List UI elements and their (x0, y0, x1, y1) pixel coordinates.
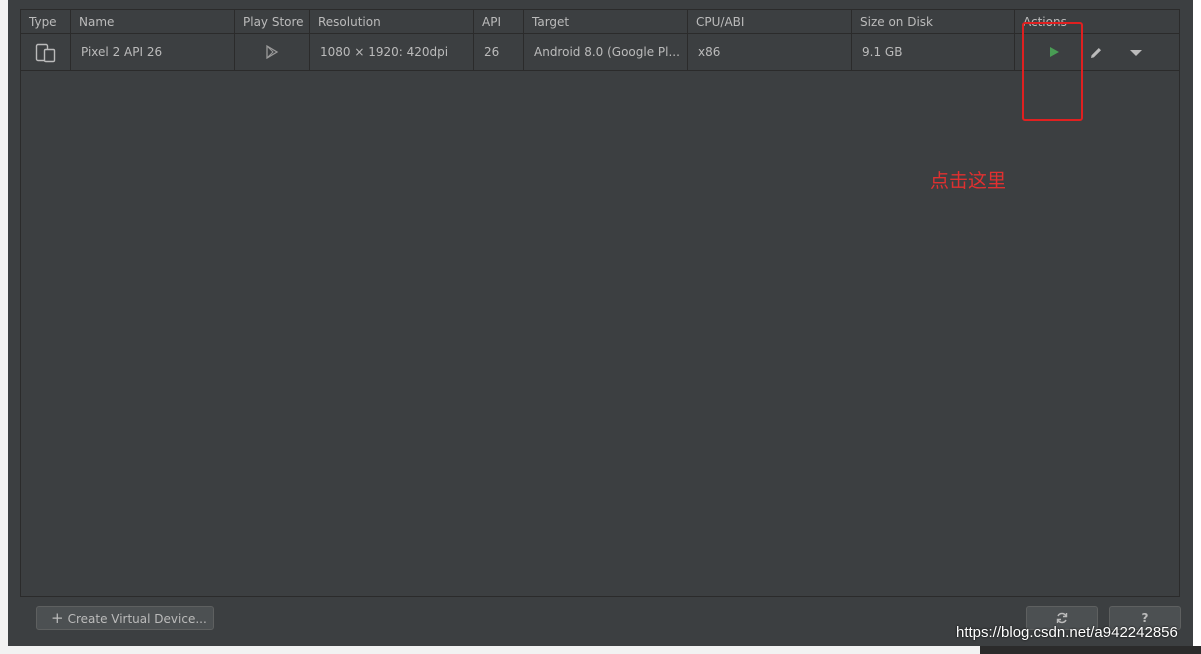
annotation-highlight-box (1022, 22, 1083, 121)
column-header-play-store[interactable]: Play Store (235, 10, 310, 33)
phone-tablet-icon (35, 43, 56, 63)
column-header-name[interactable]: Name (71, 10, 235, 33)
refresh-icon (1056, 612, 1068, 624)
play-store-icon (266, 45, 279, 59)
column-header-target[interactable]: Target (524, 10, 688, 33)
cell-api: 26 (474, 34, 524, 70)
cell-play-store (235, 34, 310, 70)
pencil-icon[interactable] (1088, 45, 1104, 61)
column-header-cpu-abi[interactable]: CPU/ABI (688, 10, 852, 33)
cell-type (21, 34, 71, 70)
create-virtual-device-label: Create Virtual Device... (67, 612, 207, 626)
cell-target: Android 8.0 (Google Pl... (524, 34, 688, 70)
cell-resolution: 1080 × 1920: 420dpi (310, 34, 474, 70)
column-header-api[interactable]: API (474, 10, 524, 33)
cell-name: Pixel 2 API 26 (71, 34, 235, 70)
cell-size-on-disk: 9.1 GB (852, 34, 1015, 70)
annotation-text: 点击这里 (930, 170, 1007, 192)
watermark: https://blog.csdn.net/a942242856 (956, 624, 1178, 641)
plus-icon: + (51, 609, 64, 627)
table-header: Type Name Play Store Resolution API Targ… (21, 10, 1179, 34)
column-header-type[interactable]: Type (21, 10, 71, 33)
column-header-resolution[interactable]: Resolution (310, 10, 474, 33)
column-header-size-on-disk[interactable]: Size on Disk (852, 10, 1015, 33)
avd-manager-dialog: Type Name Play Store Resolution API Targ… (8, 0, 1193, 646)
device-table: Type Name Play Store Resolution API Targ… (20, 9, 1180, 597)
chevron-down-icon[interactable] (1129, 48, 1143, 58)
create-virtual-device-button[interactable]: + Create Virtual Device... (36, 606, 214, 630)
cell-cpu-abi: x86 (688, 34, 852, 70)
background-dark-corner (980, 646, 1201, 654)
background-strip-left (0, 0, 8, 654)
table-row[interactable]: Pixel 2 API 26 1080 × 1920: 420dpi 26 An… (21, 34, 1179, 71)
